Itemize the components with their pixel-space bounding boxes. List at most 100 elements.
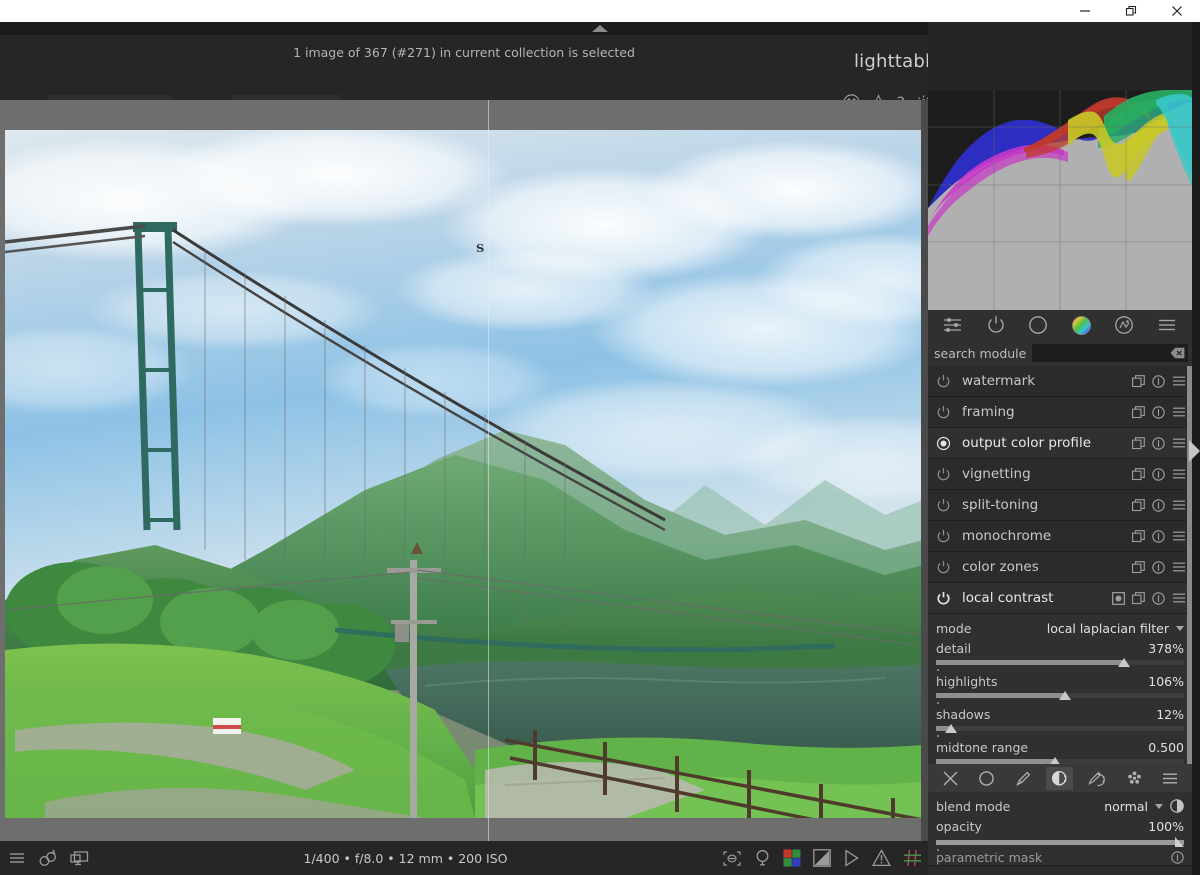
shadows-slider[interactable] [936, 724, 1184, 737]
grouping-icon[interactable] [38, 849, 58, 867]
reset-parameters-icon[interactable] [1152, 405, 1165, 419]
search-module-row: search module [928, 340, 1192, 366]
module-row-framing[interactable]: framing [928, 397, 1192, 428]
module-row-color-zones[interactable]: color zones [928, 552, 1192, 583]
opacity-slider[interactable] [936, 837, 1184, 851]
multi-instance-icon[interactable] [1132, 436, 1145, 450]
midtone-range-value: 0.500 [1148, 739, 1184, 755]
multi-instance-icon[interactable] [1132, 498, 1145, 512]
power-toggle-icon[interactable] [936, 529, 958, 544]
module-row-monochrome[interactable]: monochrome [928, 521, 1192, 552]
reset-parameters-icon[interactable] [1152, 374, 1165, 388]
module-row-watermark[interactable]: watermark [928, 366, 1192, 397]
reset-parameters-icon[interactable] [1152, 467, 1165, 481]
module-row-vignetting[interactable]: vignetting [928, 459, 1192, 490]
presets-menu-icon[interactable] [1172, 406, 1186, 418]
invert-blend-icon[interactable] [1170, 799, 1184, 813]
mask-indicator-icon[interactable] [1112, 591, 1125, 605]
search-module-input[interactable] [1032, 344, 1188, 362]
mode-select[interactable]: local laplacian filter [1047, 621, 1184, 636]
right-panel-resize-handle[interactable] [921, 100, 928, 841]
split-view-divider[interactable] [488, 100, 489, 841]
presets-menu-icon[interactable] [1172, 468, 1186, 480]
slider-handle[interactable] [1118, 658, 1131, 667]
multi-instance-icon[interactable] [1132, 591, 1145, 605]
darktable-window: 1 image of 367 (#271) in current collect… [0, 0, 1200, 875]
histogram[interactable] [928, 90, 1192, 310]
reset-parameters-icon[interactable] [1152, 498, 1165, 512]
mode-row[interactable]: mode local laplacian filter [936, 618, 1184, 638]
power-toggle-icon[interactable] [936, 498, 958, 513]
focus-peaking-icon[interactable] [722, 850, 742, 867]
module-row-local-contrast[interactable]: local contrast [928, 583, 1192, 614]
reset-parameters-icon[interactable] [1152, 591, 1165, 605]
reset-parameters-icon[interactable] [1152, 529, 1165, 543]
uniformly-mask-icon[interactable] [973, 767, 1000, 790]
parametric-mask-row[interactable]: parametric mask [936, 850, 1184, 865]
second-window-icon[interactable] [70, 850, 89, 867]
window-minimize-button[interactable] [1062, 0, 1108, 22]
softproof-icon[interactable] [843, 849, 860, 867]
presets-menu-icon[interactable] [1172, 375, 1186, 387]
reset-parameters-icon[interactable] [1152, 560, 1165, 574]
gamut-check-icon[interactable] [813, 849, 831, 867]
reset-parameters-icon[interactable] [1152, 436, 1165, 450]
slider-handle[interactable] [944, 724, 957, 733]
blend-mode-value[interactable]: normal [1104, 799, 1148, 814]
window-close-button[interactable] [1154, 0, 1200, 22]
module-row-split-toning[interactable]: split-toning [928, 490, 1192, 521]
mask-off-icon[interactable] [937, 767, 964, 790]
tone-circle-icon[interactable] [1028, 315, 1048, 335]
overexposure-warning-icon[interactable] [872, 849, 891, 867]
power-toggle-icon[interactable] [936, 560, 958, 575]
blend-mode-row[interactable]: blend mode normal [936, 796, 1184, 816]
slider-handle[interactable] [1175, 837, 1184, 847]
collapse-right-panel-button[interactable] [1189, 440, 1200, 462]
power-toggle-icon[interactable] [936, 374, 958, 389]
multi-instance-icon[interactable] [1132, 560, 1145, 574]
active-modules-icon[interactable] [943, 316, 963, 334]
multi-instance-icon[interactable] [1132, 405, 1145, 419]
clear-search-icon[interactable] [1170, 347, 1185, 359]
reset-parameters-icon[interactable] [1171, 851, 1184, 864]
parametric-mask-label: parametric mask [936, 850, 1043, 865]
presets-menu-icon[interactable] [1172, 499, 1186, 511]
detail-value: 378% [1148, 640, 1184, 656]
module-row-output-color-profile[interactable]: output color profile [928, 428, 1192, 459]
power-toggle-icon[interactable] [936, 591, 958, 606]
multi-instance-icon[interactable] [1132, 529, 1145, 543]
color-assessment-icon[interactable] [783, 849, 801, 867]
lighting-bulb-icon[interactable] [754, 849, 771, 867]
presets-menu-icon[interactable] [1172, 437, 1186, 449]
blend-mode-label: blend mode [936, 798, 1011, 814]
photo-content [5, 130, 923, 818]
presets-menu-icon[interactable] [1172, 530, 1186, 542]
darkroom-canvas[interactable] [0, 100, 928, 841]
power-toggle-icon[interactable] [936, 467, 958, 482]
effects-hamburger-icon[interactable] [1157, 317, 1177, 333]
parametric-mask-icon[interactable] [1046, 766, 1074, 790]
blend-presets-icon[interactable] [1157, 769, 1183, 788]
edited-photo[interactable] [5, 130, 923, 818]
multi-instance-icon[interactable] [1132, 374, 1145, 388]
raster-mask-icon[interactable] [1121, 767, 1148, 790]
window-maximize-button[interactable] [1108, 0, 1154, 22]
multi-instance-icon[interactable] [1132, 467, 1145, 481]
hamburger-menu-icon[interactable] [8, 850, 26, 866]
slider-fill [936, 693, 1065, 698]
presets-menu-icon[interactable] [1172, 592, 1186, 604]
slider-handle[interactable] [1058, 691, 1071, 700]
chevron-down-icon[interactable] [1155, 803, 1163, 809]
technical-power-icon[interactable] [986, 315, 1006, 335]
detail-slider[interactable] [936, 658, 1184, 671]
correction-icon[interactable] [1114, 315, 1134, 335]
highlights-slider[interactable] [936, 691, 1184, 704]
drawn-mask-icon[interactable] [1010, 767, 1037, 790]
power-toggle-icon[interactable] [936, 405, 958, 420]
guides-grid-icon[interactable] [903, 849, 922, 867]
module-order-row[interactable]: module order [928, 865, 1200, 875]
presets-menu-icon[interactable] [1172, 561, 1186, 573]
drawn-and-parametric-mask-icon[interactable] [1083, 767, 1111, 790]
module-name: framing [962, 404, 1015, 420]
color-wheel-icon[interactable] [1071, 315, 1092, 336]
